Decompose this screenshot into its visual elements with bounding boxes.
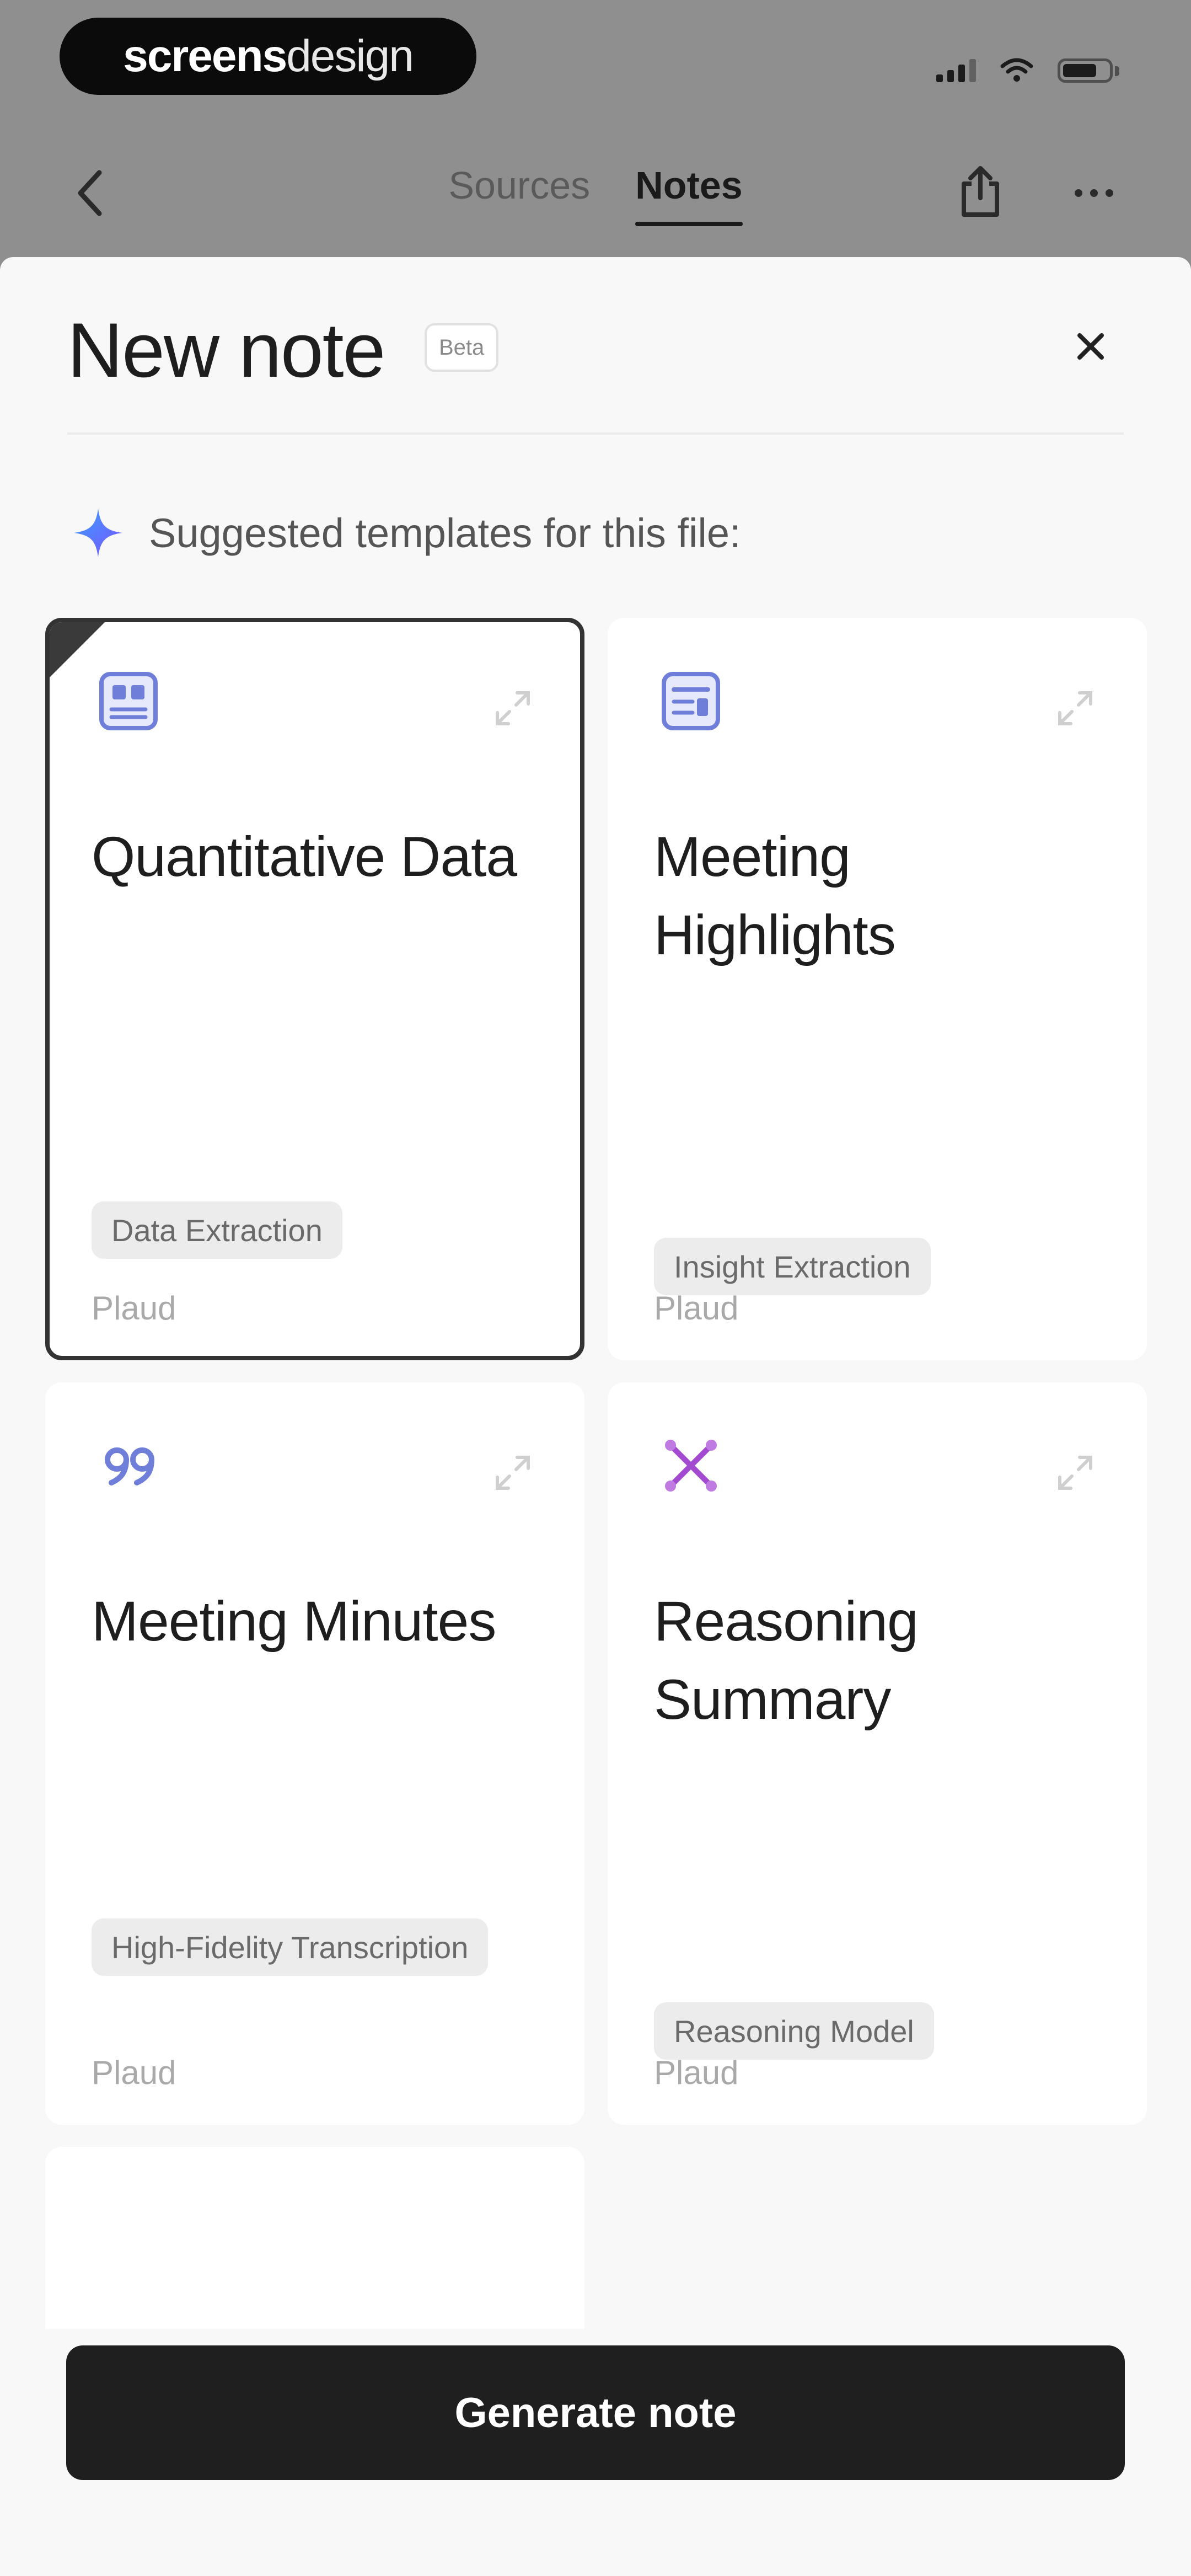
expand-diagonal-icon[interactable] <box>1053 686 1097 730</box>
wifi-icon <box>1000 58 1033 82</box>
battery-icon <box>1058 56 1119 84</box>
brand-logo: screens design <box>60 18 476 95</box>
expand-diagonal-icon[interactable] <box>491 1451 535 1495</box>
share-icon <box>962 166 999 217</box>
template-title: Reasoning Summary <box>654 1590 919 1731</box>
template-tag: Insight Extraction <box>654 1238 931 1295</box>
close-icon <box>1077 333 1104 360</box>
generate-note-button[interactable]: Generate note <box>66 2345 1125 2480</box>
template-title: Quantitative Data <box>92 825 517 888</box>
beta-badge: Beta <box>425 323 499 372</box>
template-author: Plaud <box>654 2054 739 2091</box>
tab-bar: Sources Notes <box>0 163 1191 229</box>
template-author: Plaud <box>92 1290 176 1327</box>
bottom-action-bar: Generate note <box>0 2329 1191 2576</box>
selected-corner-flag <box>50 622 105 677</box>
status-bar-icons <box>936 51 1119 89</box>
more-dots-icon <box>1075 189 1113 197</box>
template-author: Plaud <box>92 2054 176 2091</box>
new-note-sheet: New note Beta Suggested templates for th… <box>0 257 1191 2576</box>
template-tag: Data Extraction <box>92 1201 342 1259</box>
tab-notes[interactable]: Notes <box>635 163 743 229</box>
brand-logo-light: design <box>286 31 414 81</box>
tab-sources[interactable]: Sources <box>448 163 590 229</box>
template-tag: High-Fidelity Transcription <box>92 1918 489 1976</box>
template-author: Plaud <box>654 1290 739 1327</box>
document-list-icon <box>662 672 720 730</box>
data-table-icon <box>99 672 158 730</box>
divider <box>67 432 1124 435</box>
template-card-meeting-minutes[interactable]: Meeting Minutes High-Fidelity Transcript… <box>45 1382 584 2125</box>
template-card-reasoning-summary[interactable]: Reasoning Summary Reasoning Model Plaud <box>608 1382 1147 2125</box>
cellular-signal-icon <box>936 58 976 82</box>
reasoning-x-icon <box>665 1440 717 1492</box>
more-options-button[interactable] <box>1067 171 1120 215</box>
template-title: Meeting Minutes <box>92 1590 496 1653</box>
template-tag: Reasoning Model <box>654 2002 934 2060</box>
brand-logo-bold: screens <box>123 31 287 81</box>
sheet-title: New note <box>67 307 385 393</box>
share-button[interactable] <box>954 161 1007 222</box>
quote-icon <box>105 1447 154 1485</box>
template-title: Meeting Highlights <box>654 825 896 966</box>
template-card-meeting-highlights[interactable]: Meeting Highlights Insight Extraction Pl… <box>608 618 1147 1360</box>
template-card-quantitative-data[interactable]: Quantitative Data Data Extraction Plaud <box>45 618 584 1360</box>
suggested-templates-header: Suggested templates for this file: <box>72 505 741 560</box>
expand-diagonal-icon[interactable] <box>491 686 535 730</box>
top-bar: screens design Sources Notes <box>0 0 1191 257</box>
expand-diagonal-icon[interactable] <box>1053 1451 1097 1495</box>
sparkle-icon <box>74 509 122 557</box>
suggested-templates-label: Suggested templates for this file: <box>149 510 741 556</box>
close-button[interactable] <box>1063 319 1118 374</box>
